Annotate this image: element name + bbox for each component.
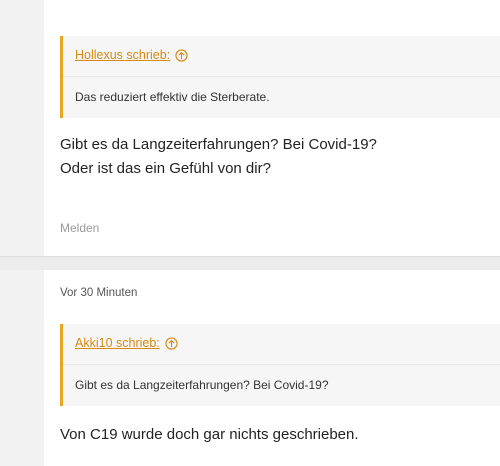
post-body-line: Oder ist das ein Gefühl von dir? (60, 160, 271, 177)
post-body-line: Gibt es da Langzeiterfahrungen? Bei Covi… (60, 136, 377, 153)
arrow-up-circle-icon[interactable] (165, 336, 178, 350)
post-body: Gibt es da Langzeiterfahrungen? Bei Covi… (60, 133, 377, 181)
quote-header: Akki10 schrieb: (75, 336, 178, 350)
quote-block: Akki10 schrieb: Gibt es da Langzeiterfah… (60, 324, 500, 406)
post-timestamp: Vor 30 Minuten (60, 287, 138, 299)
arrow-up-circle-icon[interactable] (175, 48, 188, 62)
quote-text: Das reduziert effektiv die Sterberate. (75, 90, 270, 104)
quote-divider (63, 76, 500, 77)
left-gutter (0, 0, 44, 466)
quote-header: Hollexus schrieb: (75, 48, 188, 62)
quote-author-link[interactable]: Hollexus schrieb: (75, 48, 170, 62)
quote-text: Gibt es da Langzeiterfahrungen? Bei Covi… (75, 378, 329, 392)
post-body-line: Von C19 wurde doch gar nichts geschriebe… (60, 426, 359, 443)
quote-divider (63, 364, 500, 365)
forum-post: Vor 30 Minuten Akki10 schrieb: Gibt es d… (44, 270, 500, 466)
report-link[interactable]: Melden (60, 221, 99, 235)
quote-author-link[interactable]: Akki10 schrieb: (75, 336, 160, 350)
quote-block: Hollexus schrieb: Das reduziert effektiv… (60, 36, 500, 118)
post-body: Von C19 wurde doch gar nichts geschriebe… (60, 423, 359, 447)
forum-post: Hollexus schrieb: Das reduziert effektiv… (44, 0, 500, 256)
post-separator (0, 256, 500, 270)
forum-thread: Hollexus schrieb: Das reduziert effektiv… (0, 0, 500, 466)
